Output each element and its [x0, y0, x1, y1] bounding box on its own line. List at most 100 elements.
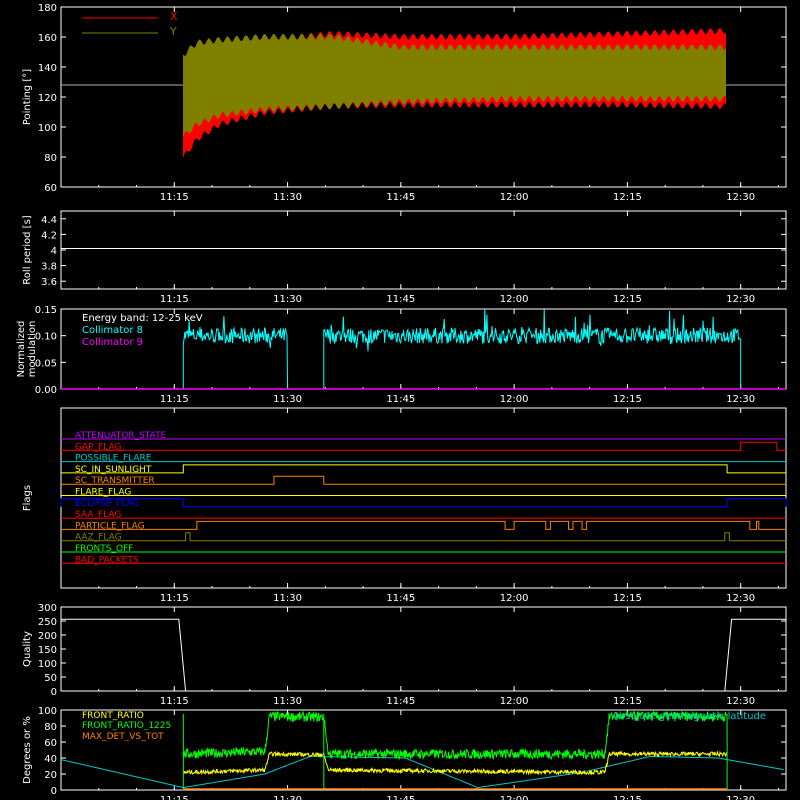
y-tick-label: 0.05	[35, 358, 57, 369]
y-tick-label: 3.8	[41, 262, 57, 273]
collimator-8-trace	[323, 308, 742, 389]
flag-label-possible-flare: POSSIBLE_FLARE	[75, 454, 152, 464]
y-tick-label: 140	[38, 63, 57, 74]
y-tick-label: 250	[38, 617, 57, 628]
legend-label-collimator-8: Collimator 8	[82, 325, 143, 336]
x-tick-label: 11:15	[160, 192, 189, 203]
y-tick-label: 80	[44, 722, 57, 733]
y-tick-label: 0.10	[35, 332, 57, 343]
x-tick-label: 11:15	[160, 696, 189, 707]
panel-frame	[60, 407, 787, 589]
legend-label-max-det-vs-tot: MAX_DET_VS_TOT	[82, 732, 164, 742]
y-tick-label: 4	[51, 246, 57, 257]
y-tick-label: 300	[38, 603, 57, 614]
flag-label-fronts-off: FRONTS_OFF	[75, 544, 133, 554]
panel-5: 11:15 11:30 11:45 12:00 12:15 12:30 0 50 100 150 2…	[22, 603, 787, 707]
x-tick-label: 11:30	[273, 795, 302, 800]
panel-4: 11:15 11:30 11:45 12:00 12:15 12:30 Flags ATTEN…	[22, 407, 787, 604]
y-axis-label: Roll period [s]	[22, 215, 33, 284]
x-tick-label: 12:15	[613, 394, 642, 405]
y-axis-label-line: modulation	[27, 321, 38, 378]
y-tick-label: 50	[44, 673, 57, 684]
y-tick-label: 0	[51, 687, 57, 698]
x-tick-label: 11:45	[386, 696, 415, 707]
x-tick-label: 12:30	[726, 795, 755, 800]
flag-label-aaz-flag: AAZ_FLAG	[75, 533, 122, 543]
y-tick-label: 40	[44, 754, 57, 765]
y-tick-label: 0	[51, 786, 57, 797]
flag-label-eclipse-flag: ECLIPSE_FLAG	[75, 499, 139, 509]
x-tick-label: 12:15	[613, 192, 642, 203]
x-tick-label: 11:45	[386, 192, 415, 203]
x-tick-label: 11:15	[160, 294, 189, 305]
x-tick-label: 11:15	[160, 593, 189, 604]
figure-canvas: 11:15 11:30 11:45 12:00 12:15 12:30 60 80 100 120…	[16, 3, 787, 800]
annotation-geomagnetic-latitude: Absolute geomagnetic latitude	[612, 711, 766, 722]
panel-2: 11:15 11:30 11:45 12:00 12:15 12:30 3.6 3.8 4 4.2…	[22, 210, 787, 305]
panel-3: 11:15 11:30 11:45 12:00 12:15 12:30 0.00 0.05 0.…	[16, 305, 787, 405]
y-tick-label: 20	[44, 770, 57, 781]
flag-label-gap-flag: GAP_FLAG	[75, 442, 121, 452]
legend-label-front-ratio-1225: FRONT_RATIO_1225	[82, 721, 171, 731]
x-tick-label: 12:00	[500, 192, 529, 203]
y-tick-label: 60	[44, 738, 57, 749]
y-axis-label: Flags	[22, 485, 33, 511]
x-tick-label: 12:00	[500, 394, 529, 405]
flag-trace-particle-flag	[61, 520, 786, 530]
y-tick-label: 200	[38, 631, 57, 642]
flag-label-sc-in-sunlight: SC_IN_SUNLIGHT	[75, 465, 152, 475]
x-tick-label: 11:45	[386, 394, 415, 405]
flag-label-saa-flag: SAA_FLAG	[75, 510, 121, 520]
flag-trace-sc-transmitter	[61, 475, 786, 485]
x-tick-label: 12:15	[613, 696, 642, 707]
flag-trace-sc-in-sunlight	[61, 464, 786, 474]
panel-frame	[60, 210, 787, 290]
flag-label-attenuator-state: ATTENUATOR_STATE	[75, 431, 167, 441]
x-tick-label: 12:30	[726, 593, 755, 604]
x-tick-label: 11:45	[386, 593, 415, 604]
y-tick-label: 0.15	[35, 305, 57, 316]
y-axis-label: Normalizedmodulation	[16, 321, 38, 378]
flag-label-particle-flag: PARTICLE_FLAG	[75, 521, 145, 531]
y-tick-label: 100	[38, 706, 57, 717]
y-tick-label: 80	[44, 153, 57, 164]
x-tick-label: 12:30	[726, 394, 755, 405]
x-tick-label: 12:15	[613, 795, 642, 800]
y-tick-label: 4.2	[41, 230, 57, 241]
y-axis-label-line: Normalized	[16, 321, 27, 378]
x-tick-label: 11:45	[386, 795, 415, 800]
energy-band-label: Energy band: 12-25 keV	[82, 313, 203, 324]
y-axis-label: Degrees or %	[22, 716, 33, 784]
y-tick-label: 120	[38, 93, 57, 104]
y-tick-label: 3.6	[41, 277, 57, 288]
legend-label-x: X	[170, 10, 178, 23]
quality-trace	[61, 618, 786, 692]
flag-label-flare-flag: FLARE_FLAG	[75, 488, 131, 498]
y-tick-label: 180	[38, 3, 57, 14]
panel-6: 11:15 11:30 11:45 12:00 12:15 12:30 0 20 40 60 80 1…	[22, 706, 787, 800]
y-axis-label: Pointing [°]	[22, 69, 33, 125]
y-tick-label: 60	[44, 183, 57, 194]
collimator-8-trace	[182, 316, 289, 390]
y-tick-label: 160	[38, 33, 57, 44]
flag-label-bad-packets: BAD_PACKETS	[75, 555, 139, 565]
y-axis-label: Quality	[22, 631, 33, 667]
y-tick-label: 100	[38, 123, 57, 134]
x-tick-label: 12:30	[726, 696, 755, 707]
flag-trace-eclipse-flag	[60, 498, 787, 508]
y-tick-label: 0.00	[35, 385, 57, 396]
x-tick-label: 12:15	[613, 294, 642, 305]
x-tick-label: 11:30	[273, 294, 302, 305]
x-tick-label: 12:00	[500, 795, 529, 800]
legend-label-collimator-9: Collimator 9	[82, 337, 143, 348]
x-tick-label: 11:30	[273, 593, 302, 604]
x-tick-label: 12:00	[500, 593, 529, 604]
x-tick-label: 11:15	[160, 394, 189, 405]
panel-1: 11:15 11:30 11:45 12:00 12:15 12:30 60 80 100 120…	[22, 3, 787, 203]
y-tick-label: 150	[38, 645, 57, 656]
x-tick-label: 12:30	[726, 192, 755, 203]
flag-trace-gap-flag	[61, 441, 786, 451]
x-tick-label: 11:30	[273, 696, 302, 707]
flag-label-sc-transmitter: SC_TRANSMITTER	[75, 476, 155, 486]
y-tick-label: 4.4	[41, 215, 57, 226]
